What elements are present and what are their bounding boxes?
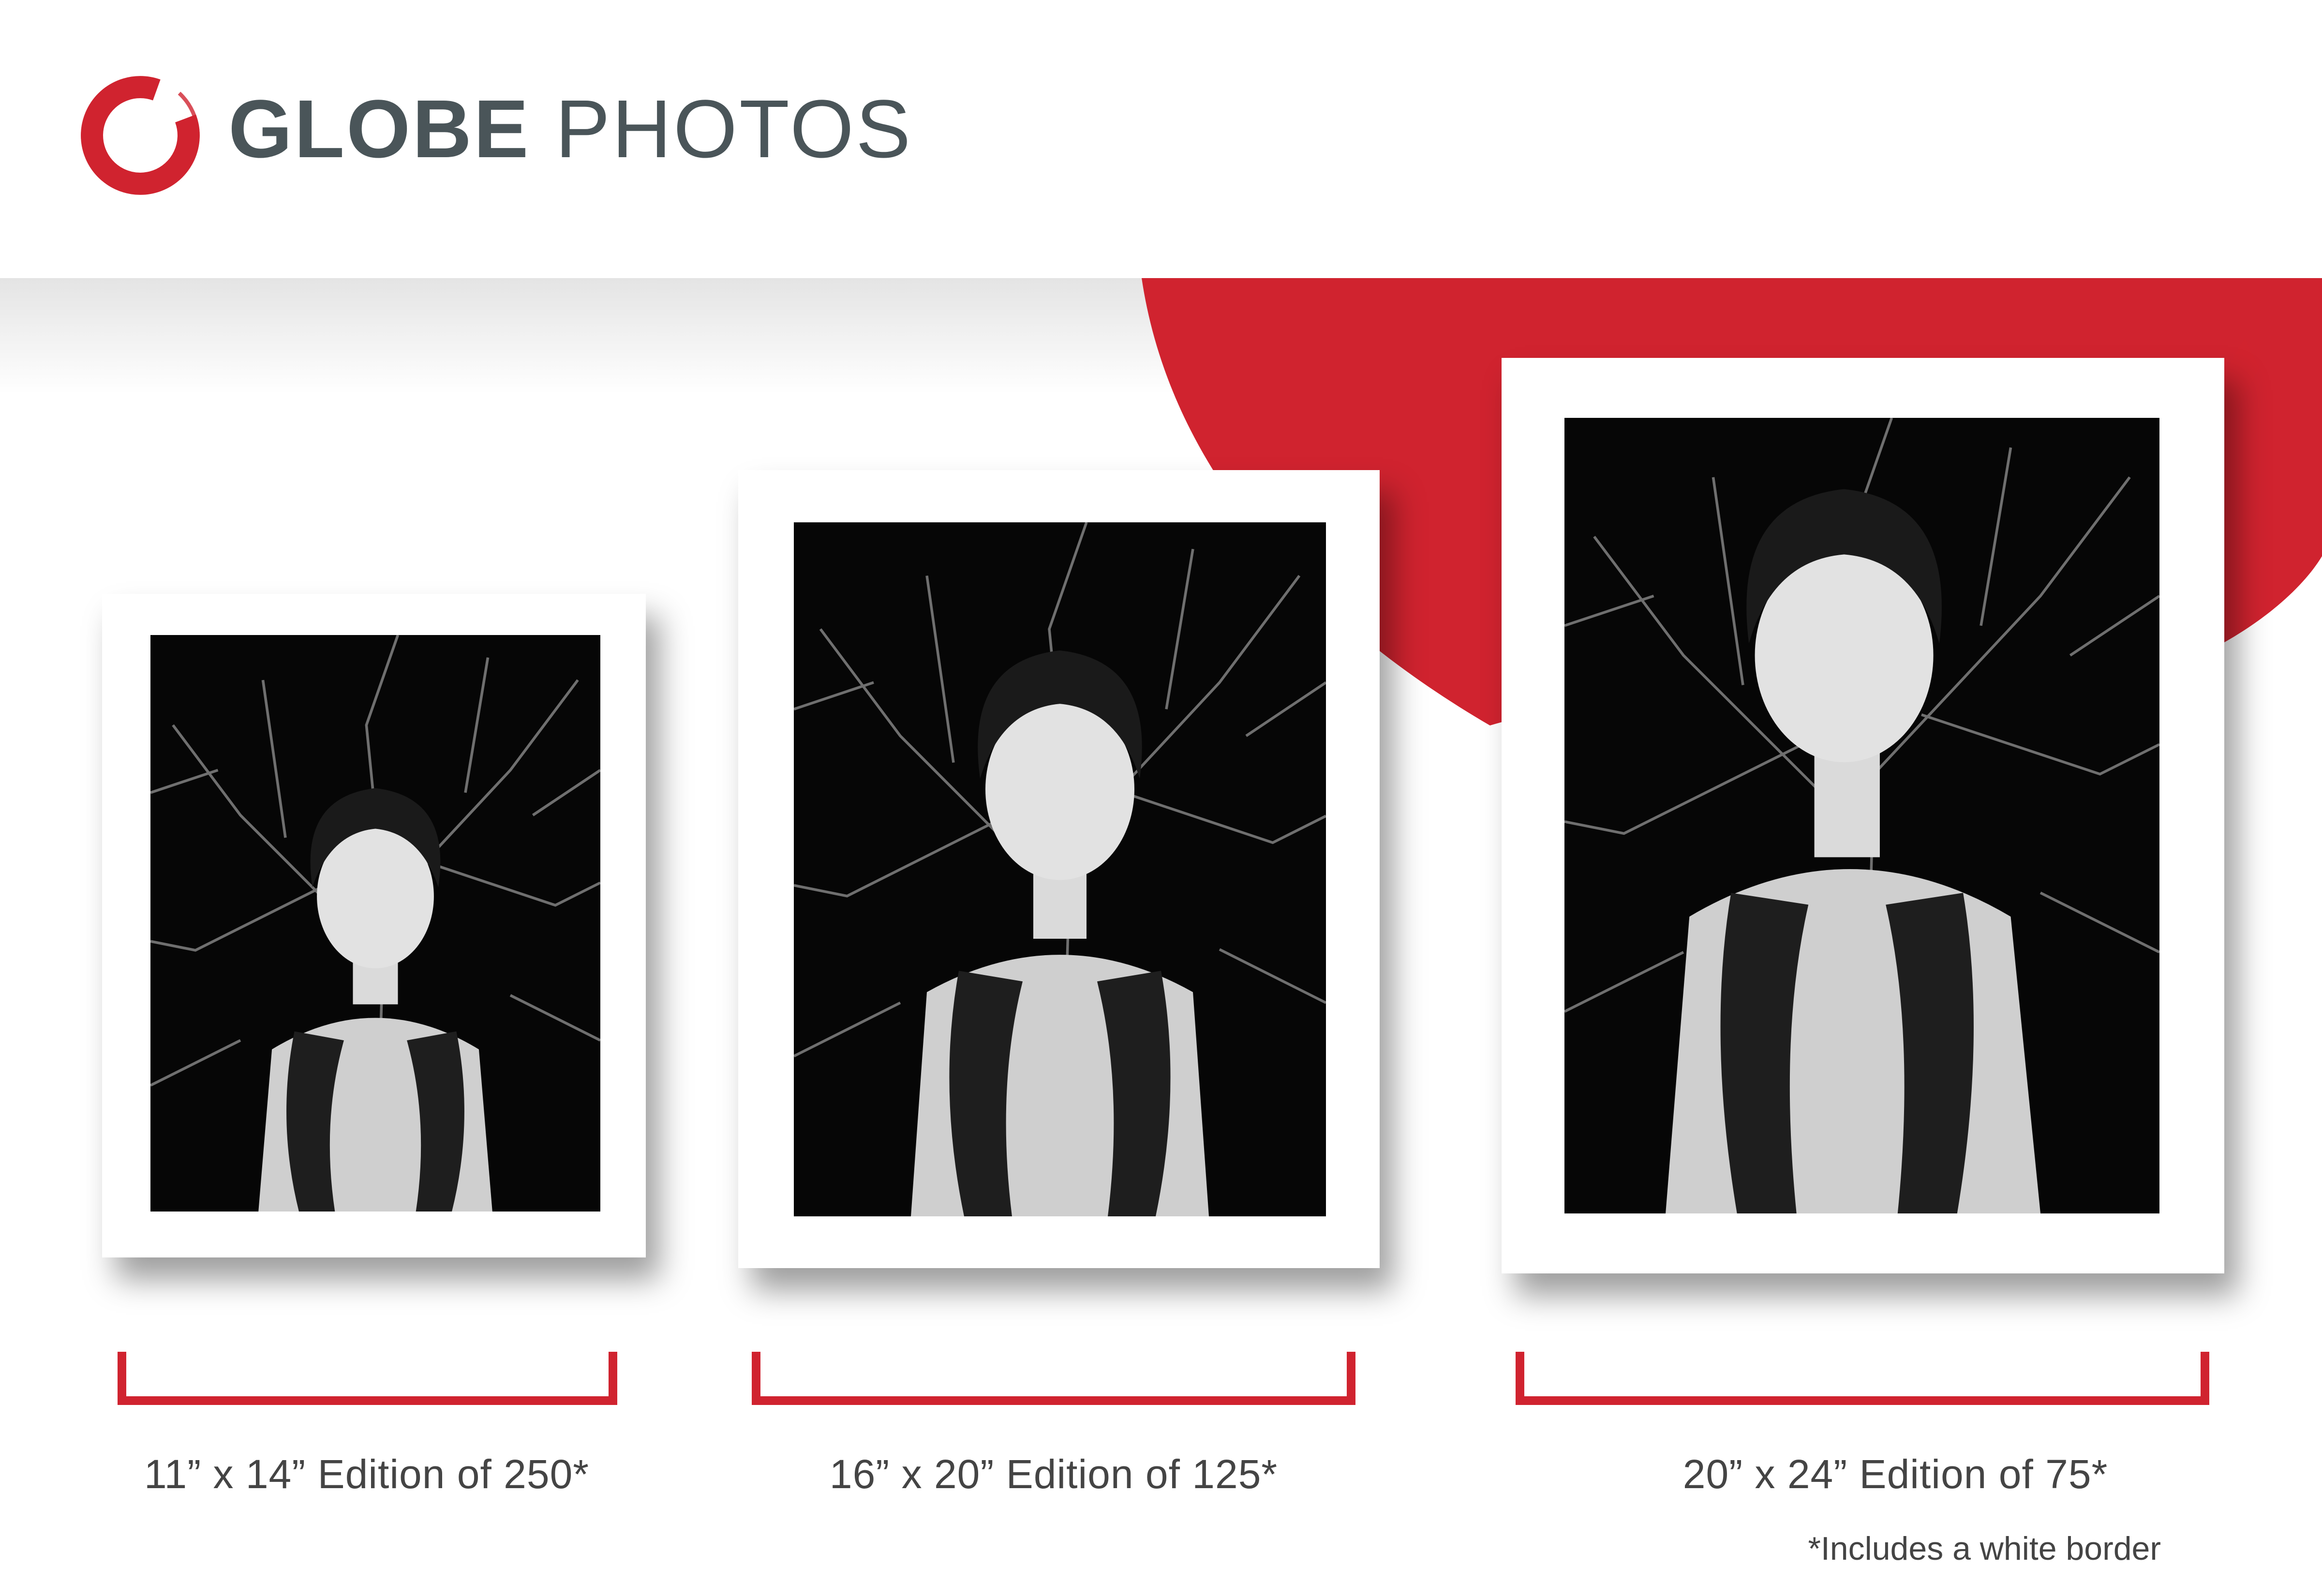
globe-photos-logo-icon xyxy=(81,76,200,195)
header: GLOBE PHOTOS xyxy=(0,0,2322,278)
edition-label-16x20: 16” x 20” Edition of 125* xyxy=(829,1451,1278,1497)
portrait-photo xyxy=(1564,418,2159,1213)
border-footnote: *Includes a white border xyxy=(1808,1530,2161,1567)
brand-name-bold: GLOBE xyxy=(228,83,531,175)
size-bracket-16x20 xyxy=(752,1352,1355,1405)
portrait-illustration xyxy=(1564,418,2159,1213)
brand-name: GLOBE PHOTOS xyxy=(228,88,912,170)
portrait-illustration xyxy=(150,635,600,1212)
size-bracket-11x14 xyxy=(118,1352,617,1405)
print-11x14 xyxy=(102,594,646,1257)
brand-name-light: PHOTOS xyxy=(555,83,913,175)
portrait-illustration xyxy=(794,522,1326,1216)
portrait-photo xyxy=(794,522,1326,1216)
edition-label-11x14: 11” x 14” Edition of 250* xyxy=(144,1451,590,1497)
print-20x24 xyxy=(1502,358,2224,1273)
print-16x20 xyxy=(738,470,1380,1268)
size-bracket-20x24 xyxy=(1516,1352,2209,1405)
edition-label-20x24: 20” x 24” Edition of 75* xyxy=(1682,1451,2108,1497)
portrait-photo xyxy=(150,635,600,1212)
